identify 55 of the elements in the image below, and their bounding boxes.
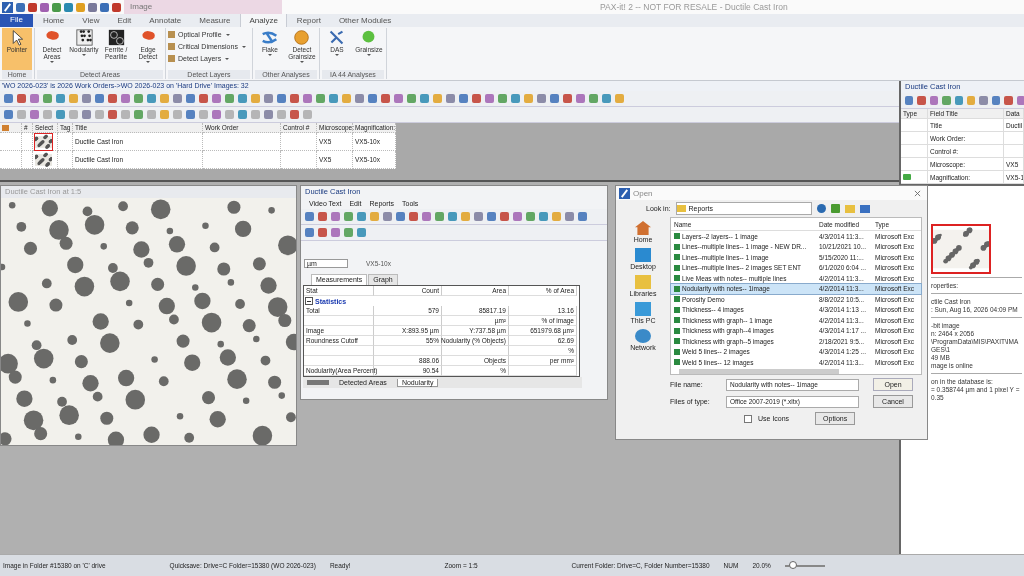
place-icon: [635, 221, 651, 235]
table-cell: [304, 346, 374, 356]
ribbon-tab[interactable]: Home: [34, 14, 73, 27]
place-icon: [635, 248, 651, 262]
table-cell: [304, 356, 374, 366]
folder-icon: [676, 205, 686, 212]
caret-icon: [225, 57, 230, 60]
table-cell: [442, 346, 509, 356]
table-cell: [281, 151, 317, 169]
table-cell: [0, 151, 22, 169]
zoom-slider[interactable]: [784, 564, 825, 567]
thumbnail[interactable]: [35, 151, 52, 168]
ribbon-tab[interactable]: Report: [288, 14, 329, 27]
ribbon-tab[interactable]: Annotate: [141, 14, 190, 27]
caret-icon: [334, 54, 339, 56]
ribbon-tab[interactable]: Edit: [109, 14, 140, 27]
scrollbar[interactable]: [679, 368, 839, 374]
thumbnail: [931, 224, 991, 274]
caret-icon: [267, 54, 272, 56]
tag-icon: [2, 124, 9, 131]
squiggle-icon: [261, 29, 279, 46]
slider-thumb[interactable]: [788, 560, 797, 569]
caret-icon: [299, 61, 304, 63]
caret-icon: [225, 33, 230, 36]
caret-icon: [241, 45, 246, 48]
caret-icon: [50, 61, 54, 63]
place-icon: [635, 329, 651, 343]
ribbon-tab[interactable]: Measure: [191, 14, 239, 27]
thumbnail[interactable]: [35, 133, 52, 150]
table-cell: [374, 316, 442, 326]
collapse-icon[interactable]: [305, 297, 313, 305]
up-icon[interactable]: [830, 204, 840, 213]
caret-icon: [82, 54, 86, 56]
branch-icon: [328, 29, 346, 46]
close-icon[interactable]: [914, 189, 921, 197]
window-title: PAX-it! 2 -- NOT FOR RESALE - Ductile Cast Iron: [600, 2, 788, 12]
context-tab-label: Image: [124, 0, 282, 14]
view-menu-icon[interactable]: [859, 204, 870, 213]
table-cell: [304, 316, 374, 326]
dialog-title: Open: [633, 188, 653, 198]
checkmark-icon: [903, 174, 911, 180]
ribbon-tab[interactable]: Other Modules: [330, 14, 400, 27]
place-icon: [635, 275, 651, 289]
field-value: [1004, 145, 1024, 158]
use-icons-checkbox[interactable]: [744, 414, 752, 423]
ball-icon: [293, 29, 311, 46]
table-cell: [509, 366, 577, 376]
field-value: [1004, 132, 1024, 145]
caret-icon: [366, 54, 371, 56]
table-cell: [374, 346, 442, 356]
new-folder-icon[interactable]: [844, 204, 855, 213]
ribbon-tab[interactable]: View: [74, 14, 108, 27]
place-icon: [635, 302, 651, 316]
caret-icon: [146, 61, 150, 63]
back-icon[interactable]: [816, 204, 826, 213]
